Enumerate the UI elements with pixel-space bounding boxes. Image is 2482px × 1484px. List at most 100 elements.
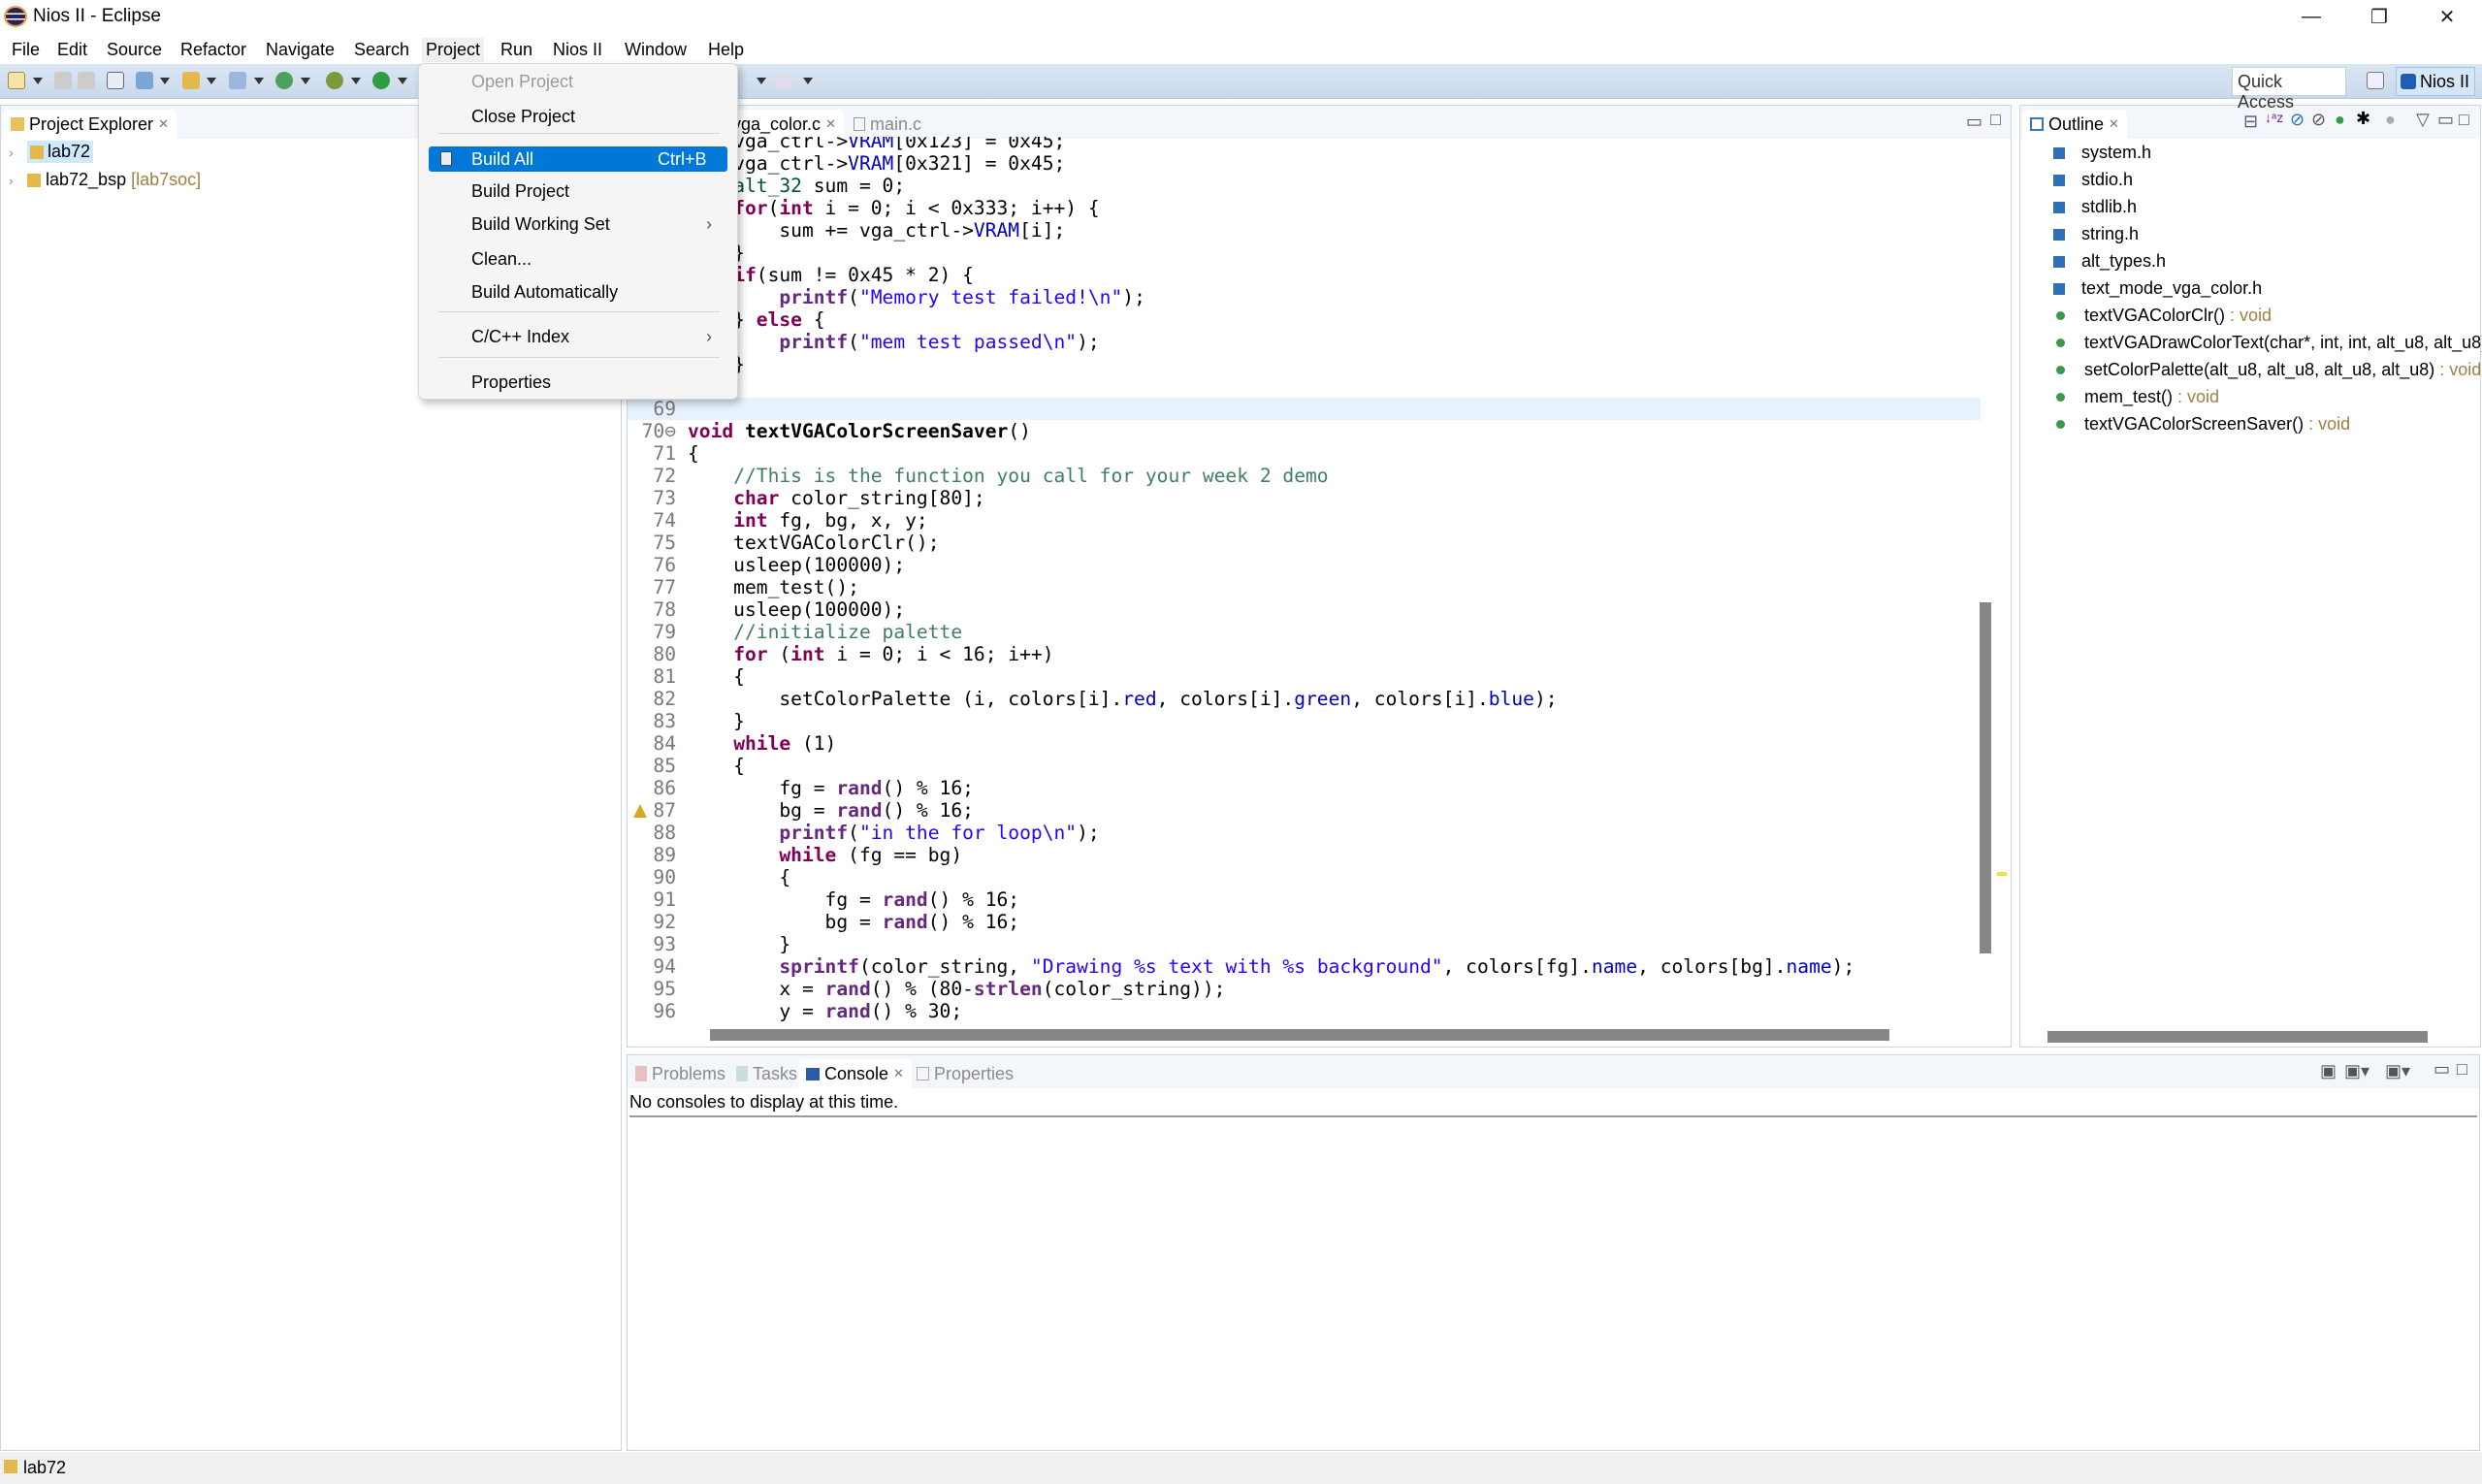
- minimize-view-icon[interactable]: ▭: [2437, 110, 2454, 130]
- build-icon[interactable]: [107, 72, 124, 89]
- menu-run[interactable]: Run: [497, 38, 536, 62]
- code-line[interactable]: 92 bg = rand() % 16;: [628, 911, 1981, 933]
- tab-properties[interactable]: Properties: [909, 1059, 1021, 1088]
- outline-horizontal-scrollbar[interactable]: [2047, 1031, 2428, 1043]
- menu-help[interactable]: Help: [704, 38, 748, 62]
- outline-item[interactable]: textVGADrawColorText(char*, int, int, al…: [2053, 333, 2482, 353]
- outline-item[interactable]: system.h: [2053, 143, 2151, 163]
- new-class-icon[interactable]: [229, 72, 246, 89]
- overview-ruler-marker[interactable]: [1997, 872, 2007, 876]
- forward-dropdown-icon[interactable]: [803, 78, 813, 84]
- code-line[interactable]: 90 {: [628, 866, 1981, 888]
- new-c-file-icon[interactable]: [275, 72, 293, 89]
- code-line[interactable]: 60 for(int i = 0; i < 0x333; i++) {: [628, 197, 1981, 219]
- code-line[interactable]: 88 printf("in the for loop\n");: [628, 822, 1981, 844]
- tab-project-explorer[interactable]: Project Explorer ✕: [3, 110, 177, 139]
- code-line[interactable]: 96 y = rand() % 30;: [628, 1000, 1981, 1022]
- menu-project[interactable]: Project: [422, 38, 485, 62]
- outline-item[interactable]: string.h: [2053, 224, 2139, 244]
- code-line[interactable]: 91 fg = rand() % 16;: [628, 888, 1981, 911]
- save-icon[interactable]: [54, 72, 72, 89]
- code-line[interactable]: 84 while (1): [628, 732, 1981, 755]
- code-line[interactable]: 59 alt_32 sum = 0;: [628, 175, 1981, 197]
- tree-item-lab72-bsp[interactable]: › lab72_bsp [lab7soc]: [9, 170, 201, 190]
- menu-item-build-automatically[interactable]: Build Automatically: [419, 279, 737, 305]
- code-line[interactable]: 76 usleep(100000);: [628, 554, 1981, 576]
- code-line[interactable]: 68}: [628, 375, 1981, 398]
- minimize-view-icon[interactable]: ▭: [1966, 112, 1982, 132]
- menu-nios-ii[interactable]: Nios II: [549, 38, 606, 62]
- vertical-scrollbar[interactable]: [1980, 602, 1991, 953]
- outline-item[interactable]: text_mode_vga_color.h: [2053, 278, 2262, 299]
- tab-vga-color-c[interactable]: vga_color.c ✕: [725, 110, 844, 139]
- code-line[interactable]: 89 while (fg == bg): [628, 844, 1981, 866]
- code-line[interactable]: 74 int fg, bg, x, y;: [628, 509, 1981, 532]
- code-line[interactable]: 75 textVGAColorClr();: [628, 532, 1981, 554]
- save-all-icon[interactable]: [78, 72, 95, 89]
- code-line[interactable]: 63 if(sum != 0x45 * 2) {: [628, 264, 1981, 286]
- restore-button[interactable]: ❐: [2345, 0, 2413, 33]
- menu-refactor[interactable]: Refactor: [177, 38, 250, 62]
- dropdown-icon[interactable]: [301, 78, 310, 84]
- expand-icon[interactable]: ›: [9, 173, 22, 188]
- tab-console[interactable]: Console ✕: [798, 1059, 912, 1088]
- view-menu-icon[interactable]: ▽: [2416, 110, 2430, 130]
- outline-item[interactable]: textVGAColorScreenSaver() : void: [2053, 414, 2350, 435]
- code-line[interactable]: 69: [628, 398, 1981, 420]
- code-line[interactable]: 62 }: [628, 242, 1981, 264]
- menu-source[interactable]: Source: [103, 38, 166, 62]
- code-line[interactable]: 95 x = rand() % (80-strlen(color_string)…: [628, 978, 1981, 1000]
- maximize-view-icon[interactable]: □: [2457, 1059, 2467, 1080]
- hide-static-icon[interactable]: ⊘: [2311, 110, 2326, 130]
- menu-search[interactable]: Search: [350, 38, 413, 62]
- code-line[interactable]: 94 sprintf(color_string, "Drawing %s tex…: [628, 955, 1981, 978]
- maximize-view-icon[interactable]: □: [2459, 110, 2469, 130]
- dropdown-icon[interactable]: [207, 78, 216, 84]
- tab-problems[interactable]: Problems: [628, 1059, 733, 1088]
- code-line[interactable]: 73 char color_string[80];: [628, 487, 1981, 509]
- code-line[interactable]: 87 bg = rand() % 16;: [628, 799, 1981, 822]
- code-line[interactable]: 93 }: [628, 933, 1981, 955]
- expand-icon[interactable]: ›: [9, 145, 22, 160]
- menu-item-close-project[interactable]: Close Project: [419, 104, 737, 129]
- outline-item[interactable]: mem_test() : void: [2053, 387, 2219, 407]
- close-tab-icon[interactable]: ✕: [158, 116, 169, 132]
- code-line[interactable]: 72 //This is the function you call for y…: [628, 465, 1981, 487]
- new-c-project-icon[interactable]: [136, 72, 153, 89]
- menu-item-build-project[interactable]: Build Project: [419, 178, 737, 204]
- menu-item-clean[interactable]: Clean...: [419, 246, 737, 272]
- new-source-folder-icon[interactable]: [182, 72, 200, 89]
- menu-item-build-all[interactable]: Build All Ctrl+B: [429, 146, 727, 172]
- code-line[interactable]: 64 printf("Memory test failed!\n");: [628, 286, 1981, 308]
- menu-edit[interactable]: Edit: [53, 38, 91, 62]
- close-tab-icon[interactable]: ✕: [2109, 116, 2119, 132]
- tab-main-c[interactable]: main.c: [846, 110, 929, 139]
- code-line[interactable]: 66 printf("mem test passed\n");: [628, 331, 1981, 353]
- code-line[interactable]: 80 for (int i = 0; i < 16; i++): [628, 643, 1981, 665]
- dropdown-icon[interactable]: [160, 78, 170, 84]
- run-icon[interactable]: [372, 72, 390, 89]
- code-line[interactable]: 85 {: [628, 755, 1981, 777]
- menu-navigate[interactable]: Navigate: [262, 38, 338, 62]
- dropdown-icon[interactable]: [398, 78, 407, 84]
- tab-tasks[interactable]: Tasks: [728, 1059, 805, 1088]
- perspective-nios-ii[interactable]: Nios II: [2396, 67, 2475, 96]
- quick-access-input[interactable]: Quick Access: [2232, 67, 2346, 112]
- tree-item-lab72[interactable]: › lab72: [9, 141, 94, 163]
- new-icon[interactable]: [8, 72, 25, 89]
- menu-item-build-working-set[interactable]: Build Working Set ›: [419, 211, 737, 237]
- outline-item[interactable]: stdio.h: [2053, 170, 2133, 190]
- code-line[interactable]: 71 {: [628, 442, 1981, 465]
- code-line[interactable]: 61 sum += vga_ctrl->VRAM[i];: [628, 219, 1981, 242]
- hide-fields-icon[interactable]: ⊘: [2290, 110, 2305, 130]
- collapse-all-icon[interactable]: ⊟: [2243, 112, 2258, 132]
- menu-file[interactable]: File: [8, 38, 44, 62]
- dropdown-icon[interactable]: [351, 78, 361, 84]
- menu-item-c-c-index[interactable]: C/C++ Index ›: [419, 324, 737, 349]
- code-line[interactable]: 81 {: [628, 665, 1981, 688]
- open-console-icon[interactable]: ▣▾: [2385, 1061, 2410, 1081]
- link-editor-icon[interactable]: ●: [2385, 110, 2396, 130]
- new-dropdown-icon[interactable]: [33, 78, 43, 84]
- dropdown-icon[interactable]: [254, 78, 264, 84]
- code-line[interactable]: 83 }: [628, 710, 1981, 732]
